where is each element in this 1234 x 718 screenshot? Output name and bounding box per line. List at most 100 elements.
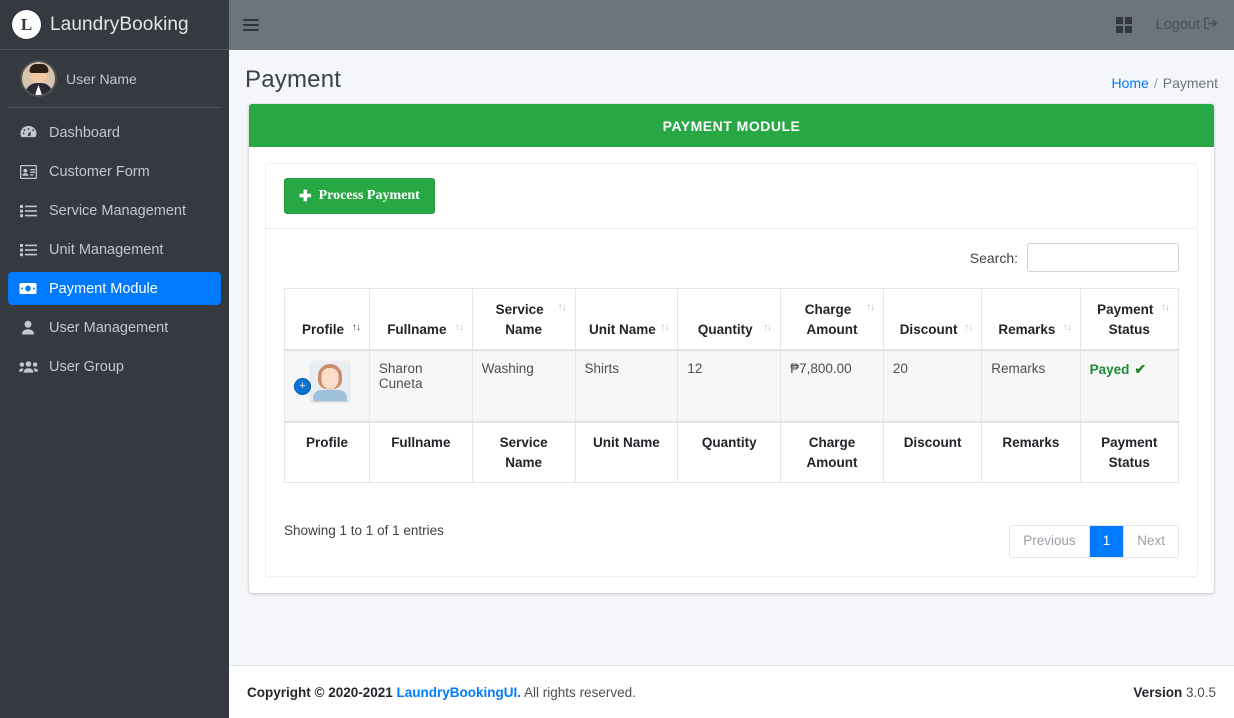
check-icon: ✔ [1134,361,1146,378]
cell-profile: + [285,350,370,422]
sidebar-item-dashboard[interactable]: Dashboard [8,116,221,149]
content-area: PAYMENT MODULE ✚ Process Payment Se [229,104,1234,665]
sort-icon: ↑↓ [763,320,771,336]
sidebar-item-user-management[interactable]: User Management [8,311,221,344]
footer-version-label: Version [1133,685,1182,700]
process-payment-label: Process Payment [319,188,420,204]
cell-unit-name: Shirts [575,350,678,422]
pagination-next[interactable]: Next [1124,526,1178,557]
sidebar-item-service-management[interactable]: Service Management [8,194,221,227]
column-header-unit-name[interactable]: ↑↓ Unit Name [575,289,678,351]
column-header-label: Charge Amount [805,302,858,337]
plus-icon: ✚ [299,187,312,205]
page-title: Payment [245,66,341,94]
breadcrumb-separator: / [1154,75,1158,91]
column-header-discount[interactable]: ↑↓ Discount [883,289,981,351]
list-icon [18,242,38,258]
table-panel: ✚ Process Payment Search: [265,163,1198,577]
sidebar-item-label: Customer Form [49,164,150,180]
table-row[interactable]: + Sharon Cuneta [285,350,1179,422]
column-header-profile[interactable]: ↑↓ Profile [285,289,370,351]
logout-button[interactable]: Logout [1156,17,1218,34]
id-card-icon [18,164,38,180]
sidebar-user-name: User Name [66,71,137,87]
breadcrumb-home-link[interactable]: Home [1112,75,1149,91]
user-icon [18,320,38,336]
table-panel-header: ✚ Process Payment [266,164,1197,229]
cell-fullname: Sharon Cuneta [369,350,472,422]
column-header-label: Remarks [998,322,1055,337]
column-header-payment-status[interactable]: ↑↓ Payment Status [1080,289,1178,351]
card-body: ✚ Process Payment Search: [249,147,1214,593]
th-large-icon[interactable] [1116,17,1132,33]
sidebar-item-unit-management[interactable]: Unit Management [8,233,221,266]
sidebar-item-customer-form[interactable]: Customer Form [8,155,221,188]
payments-table: ↑↓ Profile ↑↓ Fullname ↑↓ [284,288,1179,483]
cell-remarks: Remarks [982,350,1080,422]
column-header-label: Service Name [496,302,544,337]
top-navbar: Logout [229,0,1234,50]
footer-column-quantity: Quantity [678,422,781,483]
search-input[interactable] [1027,243,1179,272]
pagination-page-1[interactable]: 1 [1090,526,1125,557]
profile-cell: + [294,361,360,401]
footer-column-service-name: Service Name [472,422,575,483]
sort-icon: ↑↓ [1161,300,1169,316]
hamburger-icon[interactable] [243,12,269,38]
table-footer-row: Profile Fullname Service Name Unit Name … [285,422,1179,483]
table-body: + Sharon Cuneta [285,350,1179,422]
column-header-label: Fullname [387,322,446,337]
sidebar-item-label: Payment Module [49,281,158,297]
search-label: Search: [970,250,1018,266]
status-badge: Payed ✔ [1090,361,1147,378]
column-header-charge-amount[interactable]: ↑↓ Charge Amount [781,289,884,351]
breadcrumb: Home / Payment [1112,66,1219,91]
sidebar-item-payment-module[interactable]: Payment Module [8,272,221,305]
sidebar-item-label: User Group [49,359,124,375]
plus-circle-icon[interactable]: + [294,378,311,395]
brand-header[interactable]: L LaundryBooking [0,0,229,50]
column-header-label: Unit Name [589,322,656,337]
pagination-previous[interactable]: Previous [1010,526,1090,557]
sidebar: L LaundryBooking User Name Dashboard Cus… [0,0,229,718]
column-header-label: Quantity [698,322,753,337]
sidebar-item-label: Unit Management [49,242,163,258]
column-header-quantity[interactable]: ↑↓ Quantity [678,289,781,351]
page-footer: Copyright © 2020-2021 LaundryBookingUI. … [229,665,1234,718]
table-foot: Profile Fullname Service Name Unit Name … [285,422,1179,483]
footer-copyright: Copyright © 2020-2021 LaundryBookingUI. … [247,685,636,700]
sidebar-nav: Dashboard Customer Form Service Manageme… [0,108,229,389]
topbar-actions: Logout [1116,17,1218,34]
footer-brand-link[interactable]: LaundryBookingUI. [397,685,522,700]
tachometer-icon [18,125,38,141]
brand-name: LaundryBooking [50,14,189,36]
table-footer-controls: Showing 1 to 1 of 1 entries Previous 1 N… [284,503,1179,558]
sort-icon: ↑↓ [1063,320,1071,336]
sidebar-item-label: Dashboard [49,125,120,141]
card-header-title: PAYMENT MODULE [663,118,801,134]
cell-discount: 20 [883,350,981,422]
customer-photo-icon [311,361,349,401]
cell-charge-amount: ₱7,800.00 [781,350,884,422]
column-header-service-name[interactable]: ↑↓ Service Name [472,289,575,351]
column-header-label: Payment Status [1097,302,1153,337]
cell-service-name: Washing [472,350,575,422]
process-payment-button[interactable]: ✚ Process Payment [284,178,435,214]
payment-module-card: PAYMENT MODULE ✚ Process Payment Se [249,104,1214,593]
table-panel-body: Search: [266,229,1197,576]
status-label: Payed [1090,362,1130,377]
footer-column-remarks: Remarks [982,422,1080,483]
sidebar-item-label: Service Management [49,203,186,219]
column-header-fullname[interactable]: ↑↓ Fullname [369,289,472,351]
sort-ascending-icon: ↑↓ [352,320,360,336]
footer-column-discount: Discount [883,422,981,483]
sidebar-user-panel[interactable]: User Name [8,50,221,108]
user-avatar-photo-icon [22,62,55,95]
sort-icon: ↑↓ [558,300,566,316]
pagination: Previous 1 Next [1009,525,1179,558]
sidebar-item-user-group[interactable]: User Group [8,350,221,383]
card-header: PAYMENT MODULE [249,104,1214,147]
footer-column-fullname: Fullname [369,422,472,483]
column-header-remarks[interactable]: ↑↓ Remarks [982,289,1080,351]
breadcrumb-current: Payment [1163,75,1218,91]
